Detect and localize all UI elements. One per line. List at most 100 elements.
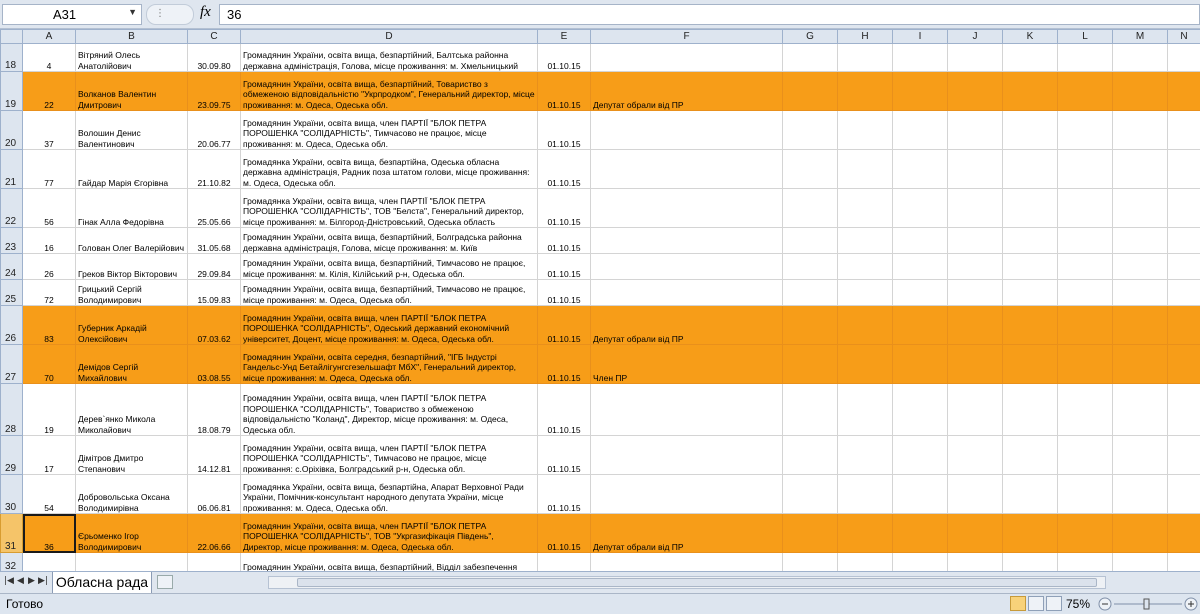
col-header-f[interactable]: F [590, 29, 783, 44]
cell-a[interactable]: 4 [22, 43, 76, 72]
cell-d[interactable]: Громадянин України, освіта вища, член ПА… [240, 110, 538, 150]
row-header[interactable]: 26 [0, 305, 23, 345]
empty-cell[interactable] [1057, 110, 1113, 150]
cell-d[interactable]: Громадянка України, освіта вища, безпарт… [240, 149, 538, 189]
cell-c[interactable]: 03.08.55 [187, 344, 241, 384]
empty-cell[interactable] [837, 71, 893, 111]
empty-cell[interactable] [1167, 188, 1200, 228]
empty-cell[interactable] [947, 227, 1003, 254]
col-header-i[interactable]: I [892, 29, 948, 44]
empty-cell[interactable] [1002, 552, 1058, 571]
empty-cell[interactable] [837, 253, 893, 280]
cell-b[interactable] [75, 552, 188, 571]
cell-d[interactable]: Громадянин України, освіта вища, безпарт… [240, 71, 538, 111]
chevron-down-icon[interactable]: ▼ [128, 7, 137, 17]
zoom-level[interactable]: 75% [1066, 597, 1090, 611]
empty-cell[interactable] [1167, 43, 1200, 72]
empty-cell[interactable] [782, 305, 838, 345]
empty-cell[interactable] [782, 71, 838, 111]
col-header-c[interactable]: C [187, 29, 241, 44]
empty-cell[interactable] [947, 383, 1003, 436]
scrollbar-thumb[interactable] [297, 578, 1097, 587]
empty-cell[interactable] [837, 305, 893, 345]
cell-f[interactable] [590, 383, 783, 436]
row-header[interactable]: 31 [0, 513, 23, 553]
col-header-n[interactable]: N [1167, 29, 1200, 44]
empty-cell[interactable] [1112, 149, 1168, 189]
cell-c[interactable]: 30.09.80 [187, 43, 241, 72]
row-header[interactable]: 20 [0, 110, 23, 150]
row-header[interactable]: 32 [0, 552, 23, 571]
empty-cell[interactable] [837, 513, 893, 553]
cell-a[interactable]: 17 [22, 435, 76, 475]
empty-cell[interactable] [1002, 188, 1058, 228]
next-sheet-icon[interactable]: ▶ [28, 576, 35, 586]
row-header[interactable]: 24 [0, 253, 23, 280]
empty-cell[interactable] [1112, 43, 1168, 72]
cell-b[interactable]: Дімітров Дмитро Степанович [75, 435, 188, 475]
cell-f[interactable] [590, 552, 783, 571]
cell-b[interactable]: Голован Олег Валерійович [75, 227, 188, 254]
cell-f[interactable] [590, 435, 783, 475]
formula-input[interactable]: 36 [219, 4, 1200, 25]
cell-b[interactable]: Греков Віктор Вікторович [75, 253, 188, 280]
cell-d[interactable]: Громадянин України, освіта вища, безпарт… [240, 227, 538, 254]
empty-cell[interactable] [782, 383, 838, 436]
cell-e[interactable]: 01.10.15 [537, 110, 591, 150]
empty-cell[interactable] [1167, 227, 1200, 254]
empty-cell[interactable] [1112, 253, 1168, 280]
cell-f[interactable]: Член ПР [590, 344, 783, 384]
cell-c[interactable]: 06.06.81 [187, 474, 241, 514]
empty-cell[interactable] [947, 149, 1003, 189]
empty-cell[interactable] [892, 149, 948, 189]
empty-cell[interactable] [837, 474, 893, 514]
empty-cell[interactable] [837, 149, 893, 189]
empty-cell[interactable] [1002, 435, 1058, 475]
empty-cell[interactable] [1112, 279, 1168, 306]
cell-f[interactable] [590, 43, 783, 72]
empty-cell[interactable] [947, 344, 1003, 384]
empty-cell[interactable] [837, 435, 893, 475]
select-all-corner[interactable] [0, 29, 23, 44]
row-header[interactable]: 29 [0, 435, 23, 475]
empty-cell[interactable] [892, 474, 948, 514]
cell-d[interactable]: Громадянин України, освіта вища, безпарт… [240, 279, 538, 306]
empty-cell[interactable] [782, 253, 838, 280]
empty-cell[interactable] [947, 188, 1003, 228]
cell-f[interactable] [590, 227, 783, 254]
empty-cell[interactable] [1002, 344, 1058, 384]
empty-cell[interactable] [1167, 474, 1200, 514]
empty-cell[interactable] [1167, 279, 1200, 306]
cell-d[interactable]: Громадянка України, освіта вища, член ПА… [240, 188, 538, 228]
empty-cell[interactable] [892, 435, 948, 475]
cell-c[interactable]: 15.09.83 [187, 279, 241, 306]
empty-cell[interactable] [1112, 435, 1168, 475]
cell-c[interactable]: 14.12.81 [187, 435, 241, 475]
col-header-l[interactable]: L [1057, 29, 1113, 44]
col-header-b[interactable]: B [75, 29, 188, 44]
cell-c[interactable]: 22.06.66 [187, 513, 241, 553]
cell-c[interactable]: 25.05.66 [187, 188, 241, 228]
empty-cell[interactable] [892, 383, 948, 436]
row-header[interactable]: 22 [0, 188, 23, 228]
last-sheet-icon[interactable]: ▶| [38, 576, 48, 586]
cell-e[interactable]: 01.10.15 [537, 71, 591, 111]
empty-cell[interactable] [782, 110, 838, 150]
cell-e[interactable]: 01.10.15 [537, 253, 591, 280]
sheet-tab-oblasna-rada[interactable]: Обласна рада [52, 572, 152, 594]
empty-cell[interactable] [1002, 253, 1058, 280]
empty-cell[interactable] [1112, 344, 1168, 384]
empty-cell[interactable] [837, 188, 893, 228]
cell-a[interactable]: 22 [22, 71, 76, 111]
cell-e[interactable]: 01.10.15 [537, 344, 591, 384]
cell-a[interactable]: 37 [22, 110, 76, 150]
empty-cell[interactable] [1112, 552, 1168, 571]
empty-cell[interactable] [947, 279, 1003, 306]
empty-cell[interactable] [947, 305, 1003, 345]
empty-cell[interactable] [1112, 110, 1168, 150]
cell-b[interactable]: Добровольська Оксана Володимирівна [75, 474, 188, 514]
empty-cell[interactable] [1112, 383, 1168, 436]
cell-b[interactable]: Вітряний Олесь Анатолійович [75, 43, 188, 72]
empty-cell[interactable] [1002, 43, 1058, 72]
cell-d[interactable]: Громадянин України, освіта вища, член ПА… [240, 513, 538, 553]
